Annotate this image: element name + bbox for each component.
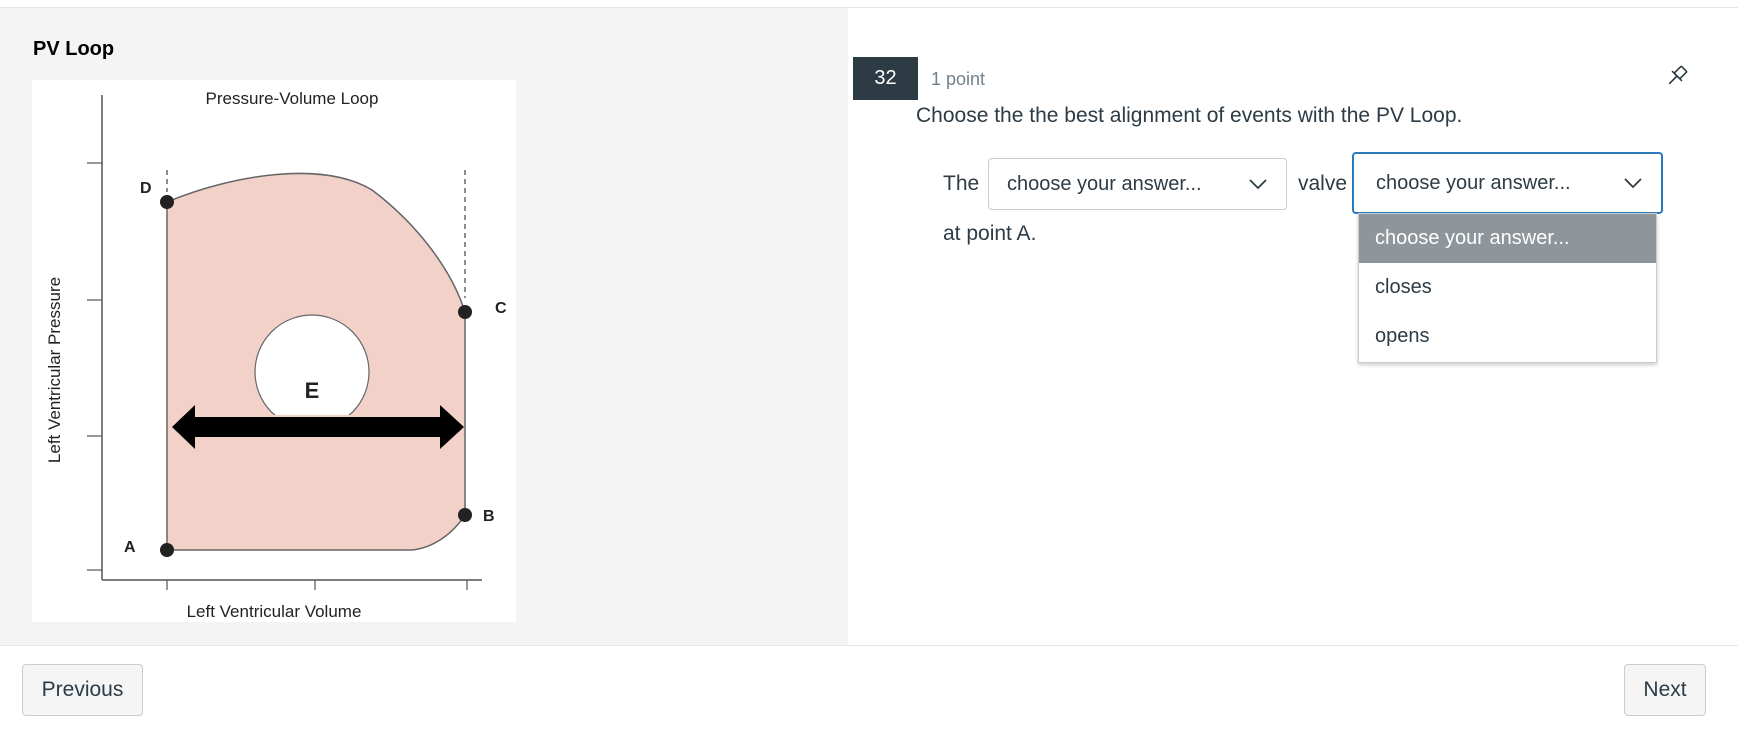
dropdown-option-placeholder[interactable]: choose your answer... [1359,214,1656,263]
answer-select-2-dropdown: choose your answer... closes opens [1358,213,1657,363]
pv-loop-figure: Pressure-Volume Loop Left Ventricular Vo… [32,80,516,622]
sentence-word-end: at point A. [943,222,1037,245]
point-d [160,195,174,209]
label-c: C [495,300,507,317]
answer-select-2-value: choose your answer... [1376,171,1571,194]
stimulus-title: PV Loop [33,38,115,60]
answer-select-1-value: choose your answer... [1007,172,1202,195]
point-c [458,305,472,319]
previous-button[interactable]: Previous [22,664,143,716]
question-text: Choose the the best alignment of events … [916,104,1463,127]
question-points: 1 point [931,69,986,89]
point-a [160,543,174,557]
point-b [458,508,472,522]
answer-select-1[interactable]: choose your answer... [988,158,1287,210]
pv-loop-diagram: Pressure-Volume Loop Left Ventricular Vo… [45,89,507,621]
label-b: B [483,508,495,525]
sentence-word-valve: valve [1298,172,1348,195]
label-a: A [124,539,136,556]
pin-icon[interactable] [1664,63,1690,89]
y-axis-label: Left Ventricular Pressure [45,277,64,463]
top-bar [0,0,1738,8]
dropdown-option-closes[interactable]: closes [1359,263,1656,312]
label-e: E [305,378,320,403]
answer-select-2[interactable]: choose your answer... [1352,152,1663,214]
question-number-badge: 32 [853,57,918,100]
figure-title: Pressure-Volume Loop [206,89,379,108]
next-button[interactable]: Next [1624,664,1706,716]
chevron-down-icon [1249,179,1267,190]
x-axis-label: Left Ventricular Volume [187,602,362,621]
label-d: D [140,180,152,197]
dropdown-option-opens[interactable]: opens [1359,312,1656,361]
sentence-word-the: The [943,172,980,195]
chevron-down-icon [1624,178,1642,189]
circle-e [254,314,370,430]
footer-divider [0,645,1738,646]
